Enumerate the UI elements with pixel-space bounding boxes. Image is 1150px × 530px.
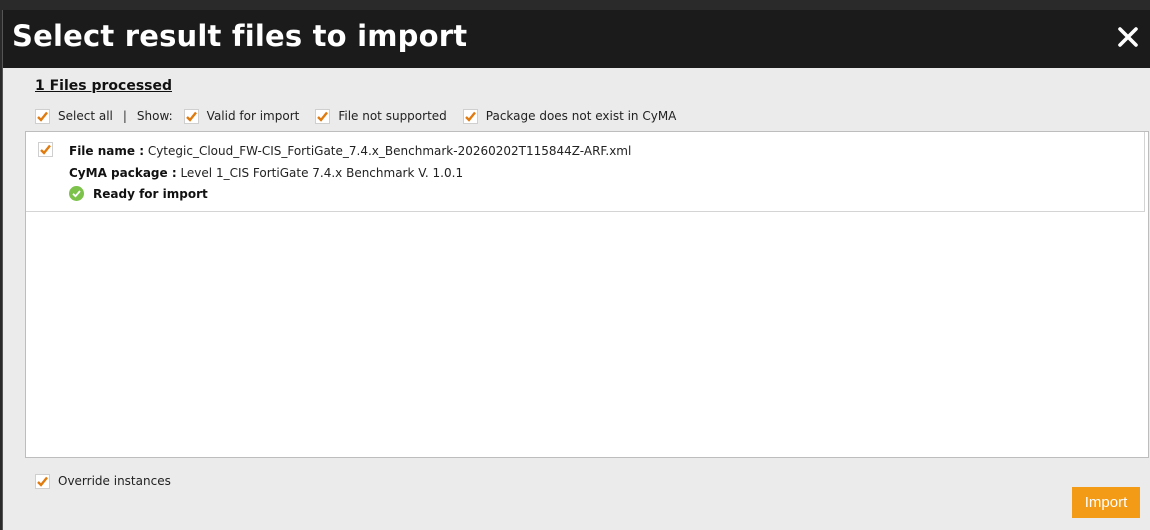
- status-line: Ready for import: [69, 186, 208, 201]
- file-name-label: File name :: [69, 144, 144, 158]
- package-line: CyMA package : Level 1_CIS FortiGate 7.4…: [69, 166, 463, 180]
- import-button[interactable]: Import: [1072, 487, 1140, 518]
- import-dialog: Select result files to import 1 Files pr…: [2, 10, 1150, 530]
- close-icon[interactable]: [1114, 23, 1142, 51]
- files-processed-count: 1 Files processed: [35, 78, 172, 94]
- file-list[interactable]: File name : Cytegic_Cloud_FW-CIS_FortiGa…: [25, 131, 1149, 458]
- checkmark-icon: [317, 111, 329, 122]
- package-label: CyMA package :: [69, 166, 177, 180]
- show-label: Show:: [136, 109, 173, 123]
- file-select-checkbox[interactable]: [38, 142, 53, 157]
- file-list-item[interactable]: File name : Cytegic_Cloud_FW-CIS_FortiGa…: [26, 132, 1145, 212]
- package-value: Level 1_CIS FortiGate 7.4.x Benchmark V.…: [180, 166, 464, 180]
- file-not-supported-label: File not supported: [338, 109, 447, 123]
- checkmark-icon: [37, 111, 48, 122]
- filter-bar: Select all | Show: Valid for import File…: [35, 106, 676, 126]
- status-text: Ready for import: [93, 186, 208, 201]
- select-all-checkbox[interactable]: [35, 108, 50, 124]
- valid-for-import-label: Valid for import: [206, 109, 300, 123]
- dialog-title: Select result files to import: [12, 19, 468, 53]
- dialog-title-bar: Select result files to import: [3, 10, 1150, 68]
- file-name-line: File name : Cytegic_Cloud_FW-CIS_FortiGa…: [69, 144, 631, 158]
- select-all-label: Select all: [58, 109, 113, 123]
- checkmark-icon: [464, 111, 476, 122]
- checkmark-icon: [40, 144, 51, 155]
- file-name-value: Cytegic_Cloud_FW-CIS_FortiGate_7.4.x_Ben…: [147, 144, 632, 158]
- override-option: Override instances: [35, 471, 171, 491]
- check-circle-icon: [69, 186, 84, 201]
- checkmark-icon: [185, 111, 197, 122]
- override-instances-checkbox[interactable]: [35, 473, 50, 489]
- valid-for-import-checkbox[interactable]: [183, 108, 199, 124]
- override-instances-label: Override instances: [58, 474, 171, 488]
- file-not-supported-checkbox[interactable]: [315, 108, 331, 124]
- checkmark-icon: [37, 476, 48, 487]
- package-not-exist-label: Package does not exist in CyMA: [485, 109, 677, 123]
- filter-separator: |: [122, 109, 127, 123]
- package-not-exist-checkbox[interactable]: [462, 108, 478, 124]
